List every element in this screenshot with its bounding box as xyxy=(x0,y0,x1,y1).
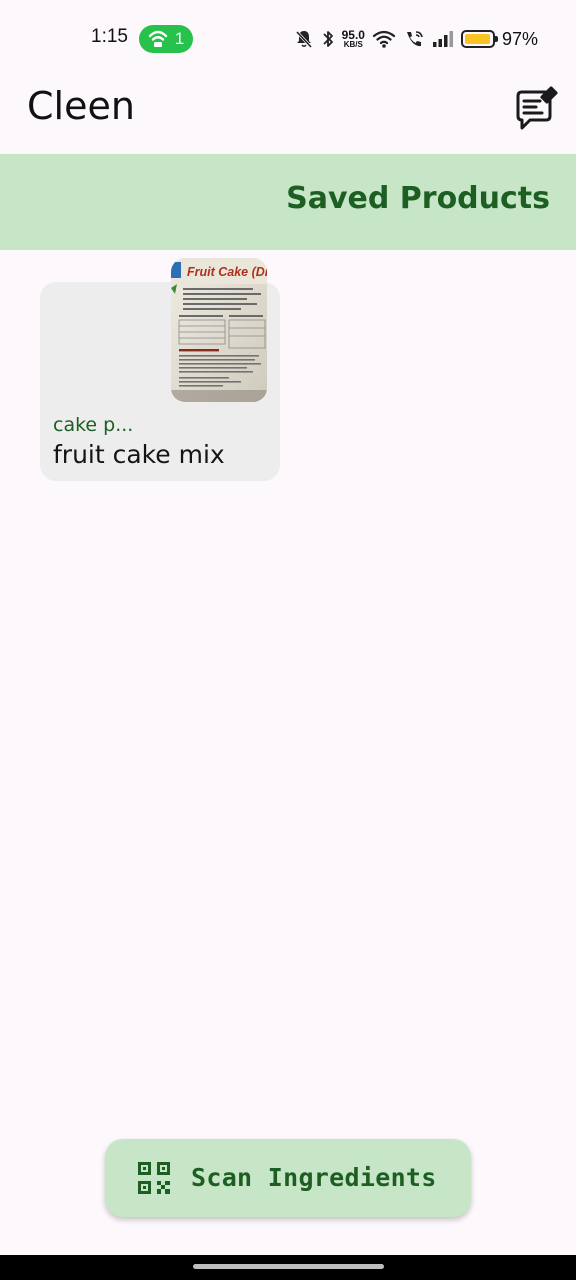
signal-icon xyxy=(432,31,453,47)
net-speed-unit: KB/S xyxy=(343,40,363,49)
product-name: fruit cake mix xyxy=(53,440,225,469)
battery-icon xyxy=(460,30,498,48)
hotspot-count: 1 xyxy=(174,29,185,48)
hotspot-indicator[interactable]: 1 xyxy=(139,25,193,53)
wifi-calling-icon xyxy=(406,31,423,47)
status-time: 1:15 xyxy=(91,26,128,47)
thumb-title: Fruit Cake (Dry) M xyxy=(187,265,267,279)
battery-percent: 97% xyxy=(501,28,538,49)
scan-ingredients-label: Scan Ingredients xyxy=(191,1163,437,1192)
section-header: Saved Products xyxy=(0,154,576,250)
battery-fill xyxy=(464,34,491,44)
product-thumbnail: Fruit Cake (Dry) M xyxy=(171,258,267,402)
net-speed: 95.0 KB/S xyxy=(342,29,365,49)
status-bar: 1:15 1 95.0 KB/S 97% xyxy=(0,0,576,78)
product-category: cake p... xyxy=(53,414,134,436)
navigation-bar xyxy=(0,1255,576,1280)
home-gesture-handle[interactable] xyxy=(193,1264,384,1269)
feedback-button[interactable] xyxy=(512,86,560,134)
app-title: Cleen xyxy=(27,84,135,128)
wifi-icon xyxy=(372,30,396,48)
feedback-edit-icon xyxy=(516,86,558,130)
section-title: Saved Products xyxy=(286,181,550,216)
hotspot-icon xyxy=(148,30,167,47)
qr-code-icon xyxy=(138,1162,170,1194)
scan-ingredients-button[interactable]: Scan Ingredients xyxy=(105,1139,471,1217)
bluetooth-icon xyxy=(322,31,333,47)
mute-icon xyxy=(295,30,312,49)
